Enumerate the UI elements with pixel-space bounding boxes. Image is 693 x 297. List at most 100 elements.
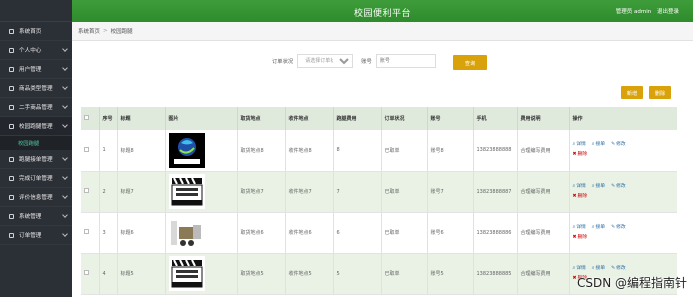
column-header: 图片	[165, 107, 238, 130]
checkbox-cell	[81, 130, 100, 171]
checkbox-cell	[81, 171, 100, 212]
chevron-down-icon	[62, 193, 68, 199]
status-cell: 已取单	[381, 171, 428, 212]
sidebar-item[interactable]: 商品类型管理	[0, 79, 72, 98]
column-header: 操作	[569, 107, 677, 130]
fee-desc-cell: 合理编写费用	[517, 171, 570, 212]
chevron-down-icon	[62, 212, 68, 218]
chevron-down-icon	[62, 46, 68, 52]
receive-button[interactable]: ⌕接单	[592, 264, 605, 274]
status-filter-select[interactable]: 请选择订单状况	[297, 54, 354, 68]
logout-link[interactable]: 退出登录	[657, 9, 679, 15]
check-icon	[8, 175, 15, 182]
row-index: 1	[99, 130, 118, 171]
sidebar-item-label: 完成订单管理	[19, 176, 53, 182]
row-checkbox[interactable]	[84, 146, 89, 152]
image-cell	[165, 212, 238, 253]
edit-button[interactable]: ✎修改	[611, 140, 626, 150]
sidebar-item[interactable]: 二手商品管理	[0, 98, 72, 117]
checkbox-cell	[81, 212, 100, 253]
detail-button-label: 详情	[576, 183, 586, 189]
select-all-checkbox[interactable]	[84, 115, 89, 120]
box-icon	[8, 104, 15, 111]
settings-icon	[8, 213, 15, 220]
sidebar-item[interactable]: 系统管理	[0, 207, 72, 226]
account-cell: 账号8	[427, 130, 474, 171]
account-search-input[interactable]	[375, 54, 436, 68]
sidebar-item[interactable]: 校园跑腿管理	[0, 117, 72, 136]
table-header-row: 序号 标题 图片 取货地点 收件地点 跑腿费用 订单状况 账号 手机 费用说明 操作	[81, 107, 677, 130]
fee-desc-cell: 合理编写费用	[517, 212, 570, 253]
sidebar-item[interactable]: 订单管理	[0, 226, 72, 245]
delete-row-button[interactable]: ✖删除	[573, 233, 588, 243]
detail-button-label: 详情	[576, 142, 586, 148]
sidebar-subitem[interactable]: 校园跑腿	[0, 136, 72, 150]
row-checkbox[interactable]	[84, 229, 89, 234]
search-icon: ⌕	[572, 142, 576, 148]
sidebar-item[interactable]: 跑腿接单管理	[0, 150, 72, 169]
detail-button[interactable]: ⌕详情	[573, 140, 586, 150]
row-actions: ⌕详情 ⌕接单 ✎修改 ✖删除	[573, 140, 677, 160]
pencil-icon: ✎	[611, 224, 616, 230]
delete-row-button[interactable]: ✖删除	[573, 150, 588, 160]
status-cell: 已取单	[381, 212, 428, 253]
run-icon	[8, 123, 15, 130]
row-actions: ⌕详情 ⌕接单 ✎修改 ✖删除	[573, 182, 677, 202]
app-root: 系统首页 个人中心 用户管理 商品类型管理 二手商品管理 校园跑腿管理 校园跑腿 跑腿接单管理…	[0, 0, 693, 297]
row-index: 3	[99, 212, 118, 253]
receive-button[interactable]: ⌕接单	[592, 223, 605, 233]
sidebar-item[interactable]: 系统首页	[0, 22, 72, 41]
add-button[interactable]: 新增	[621, 86, 643, 99]
sidebar-item-label: 校园跑腿管理	[19, 124, 53, 130]
user-name: 管理员 admin	[615, 9, 652, 15]
fee-cell: 8	[333, 130, 382, 171]
status-filter-label: 订单状况	[272, 59, 294, 65]
fee-cell: 6	[333, 212, 382, 253]
image-cell	[165, 130, 238, 171]
detail-button-label: 详情	[576, 224, 586, 230]
phone-cell: 13823888886	[473, 212, 518, 253]
sidebar-menu: 系统首页个人中心用户管理商品类型管理 二手商品管理校园跑腿管理校园跑腿 跑腿接单管理…	[0, 22, 72, 245]
image-cell	[165, 171, 238, 212]
column-header	[81, 107, 100, 130]
sidebar-item[interactable]: 完成订单管理	[0, 169, 72, 188]
sidebar-item[interactable]: 个人中心	[0, 41, 72, 60]
delete-button[interactable]: 删除	[649, 86, 671, 99]
receive-button[interactable]: ⌕接单	[592, 140, 605, 150]
fee-cell: 5	[333, 253, 382, 294]
main-content: 订单状况 请选择订单状况 账号 查询 新增 删除 序号标题图片取货地点收件地点跑…	[72, 41, 693, 297]
receive-button-label: 接单	[595, 224, 606, 230]
edit-button[interactable]: ✎修改	[611, 182, 626, 192]
detail-button[interactable]: ⌕详情	[573, 223, 586, 233]
receive-button[interactable]: ⌕接单	[592, 182, 605, 192]
sidebar-item-label: 用户管理	[19, 67, 42, 73]
receive-button-label: 接单	[595, 183, 606, 189]
edit-button[interactable]: ✎修改	[611, 264, 626, 274]
detail-button[interactable]: ⌕详情	[573, 264, 586, 274]
detail-button[interactable]: ⌕详情	[573, 182, 586, 192]
row-checkbox[interactable]	[84, 188, 89, 193]
pencil-icon: ✎	[611, 183, 616, 189]
sidebar-item[interactable]: 评价信息管理	[0, 188, 72, 207]
search-button[interactable]: 查询	[453, 55, 487, 70]
row-checkbox[interactable]	[84, 270, 89, 275]
user-icon	[8, 47, 15, 54]
checkbox-cell	[81, 253, 100, 294]
chevron-down-icon	[62, 65, 68, 71]
fee-cell: 7	[333, 171, 382, 212]
edit-button-label: 修改	[616, 142, 626, 148]
chevron-down-icon	[62, 84, 68, 90]
actions-cell: ⌕详情 ⌕接单 ✎修改 ✖删除	[569, 212, 677, 253]
deliver-cell: 收件地点6	[285, 212, 334, 253]
title-cell: 标题6	[117, 212, 166, 253]
list-icon	[8, 85, 15, 92]
sidebar-item[interactable]: 用户管理	[0, 60, 72, 79]
sidebar-item-label: 系统首页	[19, 29, 42, 35]
account-cell: 账号5	[427, 253, 474, 294]
chevron-down-icon	[62, 103, 68, 109]
edit-button[interactable]: ✎修改	[611, 223, 626, 233]
chevron-down-icon	[62, 231, 68, 237]
breadcrumb-home[interactable]: 系统首页	[78, 27, 100, 35]
delete-row-button[interactable]: ✖删除	[573, 192, 588, 202]
column-header: 费用说明	[517, 107, 570, 130]
